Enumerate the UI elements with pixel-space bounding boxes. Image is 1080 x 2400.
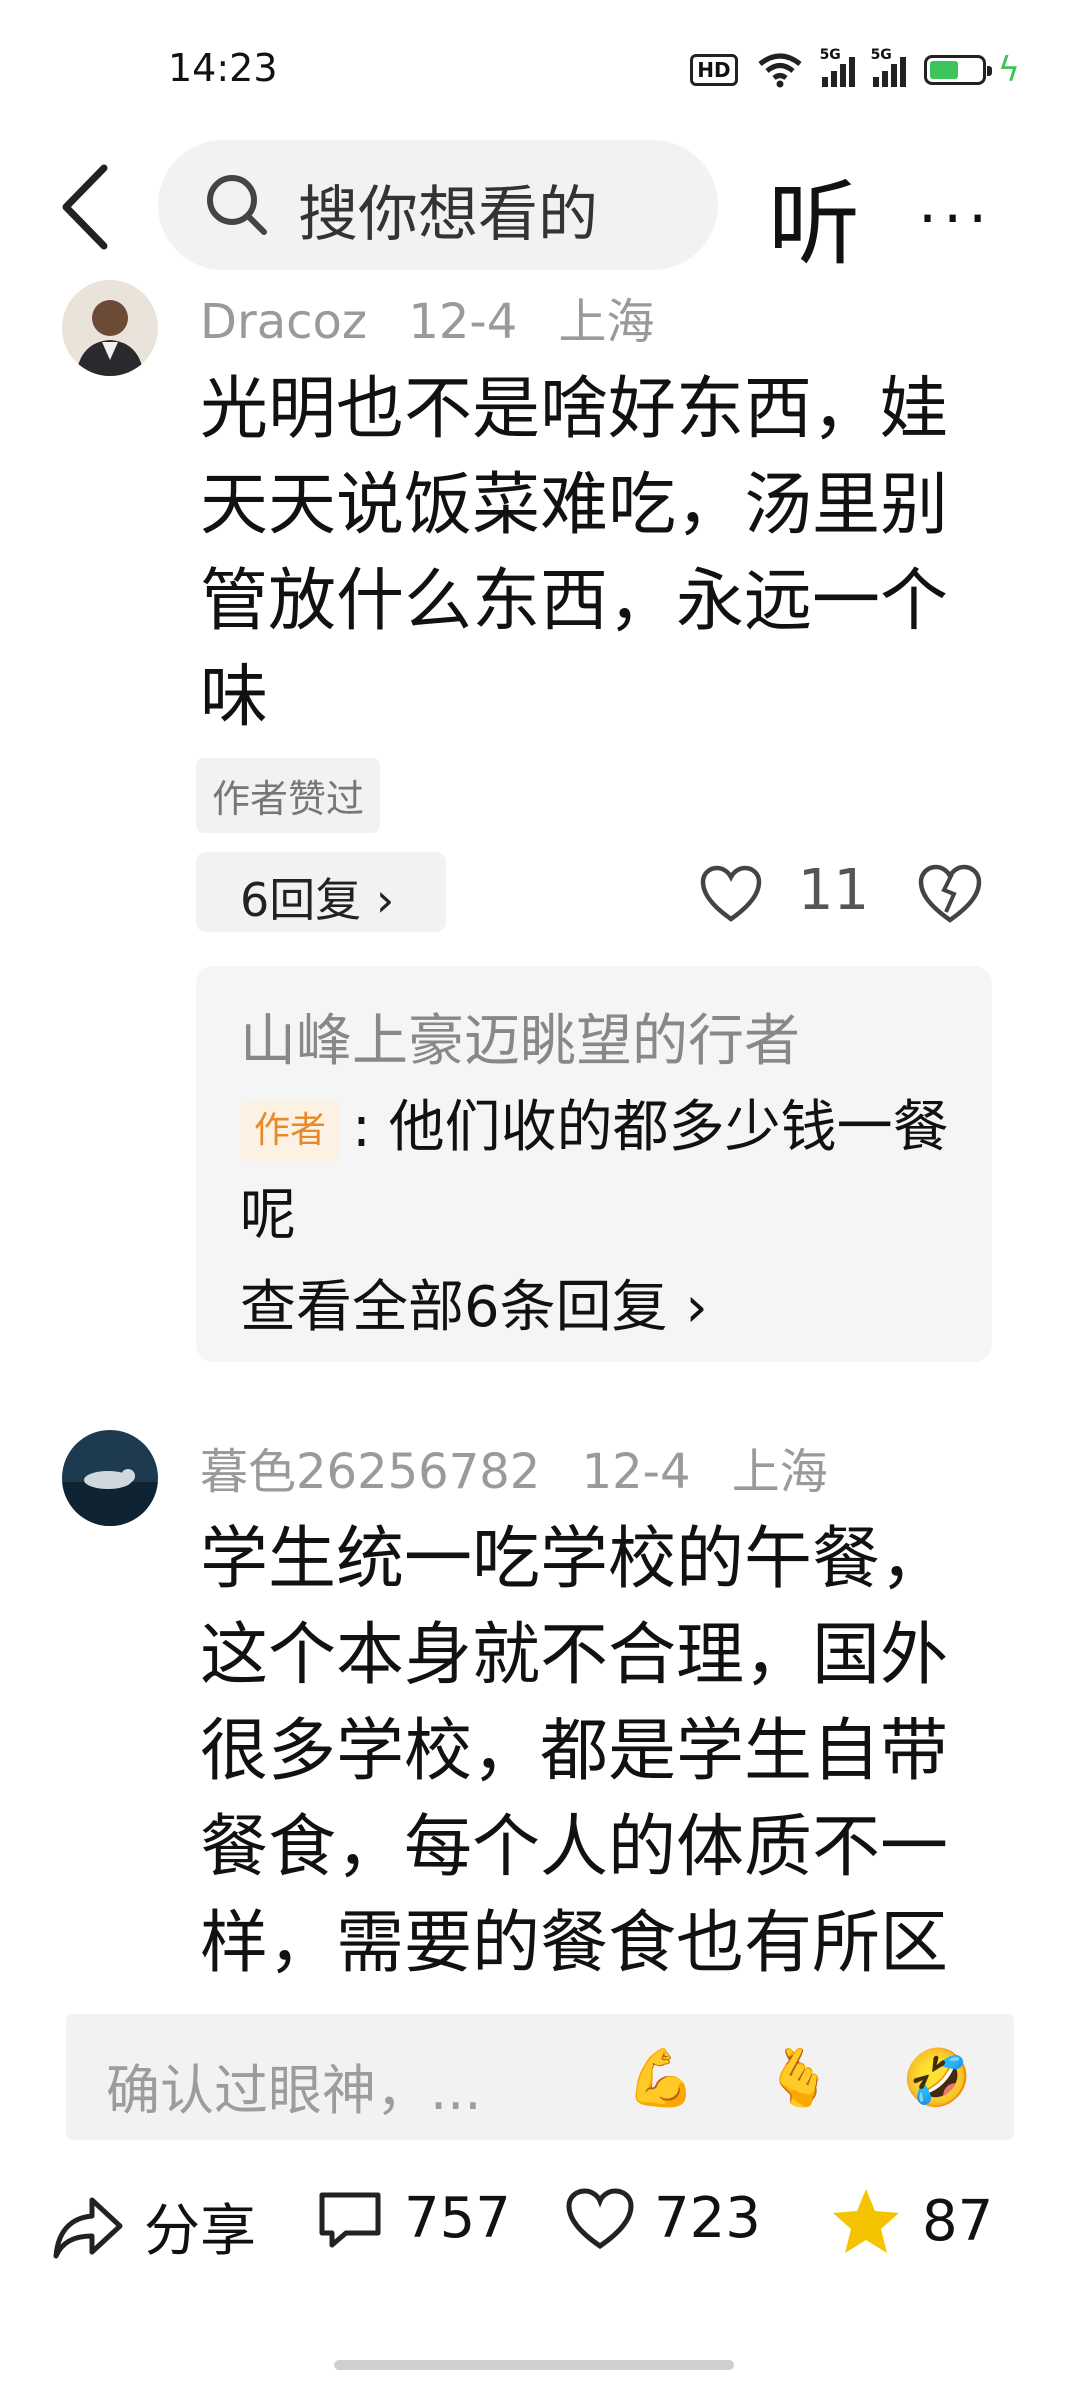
author-liked-tag: 作者赞过 (196, 758, 381, 833)
back-arrow-icon[interactable] (56, 162, 116, 252)
comment-count: 757 (404, 2186, 511, 2251)
bottom-action-bar: 分享 757 723 87 (0, 2166, 1080, 2286)
comment-item: 暮色26256782 12-4 上海 学生统一吃学校的午餐，这个本身就不合理，国… (0, 1420, 1080, 2000)
comment-date: 12-4 (581, 1444, 691, 1500)
username[interactable]: Dracoz (200, 294, 367, 350)
broken-heart-icon[interactable] (918, 864, 982, 924)
star-count: 87 (922, 2188, 994, 2254)
status-bar: 14:23 HD 5G 5G ϟ (0, 0, 1080, 140)
username[interactable]: 暮色26256782 (200, 1444, 540, 1500)
clock: 14:23 (168, 46, 278, 90)
sub-reply-username[interactable]: 山峰上豪迈眺望的行者 (240, 996, 800, 1077)
comment-icon (319, 2192, 381, 2247)
sub-reply-box[interactable]: 山峰上豪迈眺望的行者 作者: 他们收的都多少钱一餐呢 查看全部6条回复 › (196, 966, 992, 1362)
comment-like-count: 11 (797, 858, 870, 923)
reply-count-button[interactable]: 6回复 › (196, 852, 446, 932)
author-badge: 作者 (240, 1100, 341, 1161)
sub-reply-text: 作者: 他们收的都多少钱一餐呢 (240, 1084, 960, 1260)
avatar[interactable] (62, 280, 158, 376)
more-options-button[interactable]: ··· (918, 184, 993, 254)
like-count: 723 (654, 2186, 761, 2251)
listen-button[interactable]: 听 (768, 150, 860, 283)
sub-reply-content: : 他们收的都多少钱一餐呢 (240, 1095, 949, 1248)
heart-icon (700, 865, 762, 922)
status-icons: HD 5G 5G ϟ (690, 47, 1020, 90)
search-placeholder: 搜你想看的 (298, 180, 598, 250)
share-label: 分享 (144, 2199, 256, 2264)
like-button[interactable]: 723 (566, 2186, 761, 2251)
signal-icon-2: 5G (871, 47, 906, 87)
laughing-emoji-button[interactable]: 🤣 (902, 2044, 972, 2114)
star-icon (833, 2189, 899, 2253)
comment-meta: Dracoz 12-4 上海 (200, 282, 681, 352)
battery-icon (923, 55, 992, 85)
charging-icon: ϟ (997, 50, 1020, 90)
comment-location: 上海 (731, 1444, 828, 1500)
share-icon (53, 2197, 123, 2258)
search-icon (207, 175, 267, 235)
comment-date: 12-4 (408, 294, 518, 350)
comment-input-placeholder: 确认过眼神，... (106, 2059, 482, 2122)
finger-heart-emoji-button[interactable]: 🫰 (764, 2044, 834, 2114)
comment-text: 学生统一吃学校的午餐，这个本身就不合理，国外很多学校，都是学生自带餐食，每个人的… (200, 1520, 949, 1983)
wifi-icon (758, 53, 802, 88)
top-nav: 搜你想看的 听 ··· (0, 140, 1080, 278)
comment-meta: 暮色26256782 12-4 上海 (200, 1432, 854, 1502)
search-bar[interactable]: 搜你想看的 (158, 140, 718, 270)
share-button[interactable]: 分享 (52, 2186, 256, 2267)
heart-icon (566, 2187, 634, 2249)
flexed-biceps-emoji-button[interactable]: 💪 (626, 2044, 696, 2114)
comment-item: Dracoz 12-4 上海 光明也不是啥好东西，娃天天说饭菜难吃，汤里别管放什… (0, 270, 1080, 1380)
favorite-button[interactable]: 87 (830, 2186, 993, 2256)
comment-button[interactable]: 757 (316, 2186, 511, 2251)
comment-like-button[interactable]: 11 (700, 858, 869, 923)
hd-voice-icon: HD (690, 54, 738, 86)
comment-input[interactable]: 确认过眼神，... 💪 🫰 🤣 (66, 2014, 1014, 2140)
comment-text: 光明也不是啥好东西，娃天天说饭菜难吃，汤里别管放什么东西，永远一个味 (200, 370, 949, 737)
home-indicator[interactable] (334, 2360, 734, 2370)
avatar[interactable] (62, 1430, 158, 1526)
comment-location: 上海 (558, 294, 655, 350)
view-all-replies-link[interactable]: 查看全部6条回复 › (240, 1262, 708, 1343)
signal-icon-1: 5G (820, 47, 855, 87)
